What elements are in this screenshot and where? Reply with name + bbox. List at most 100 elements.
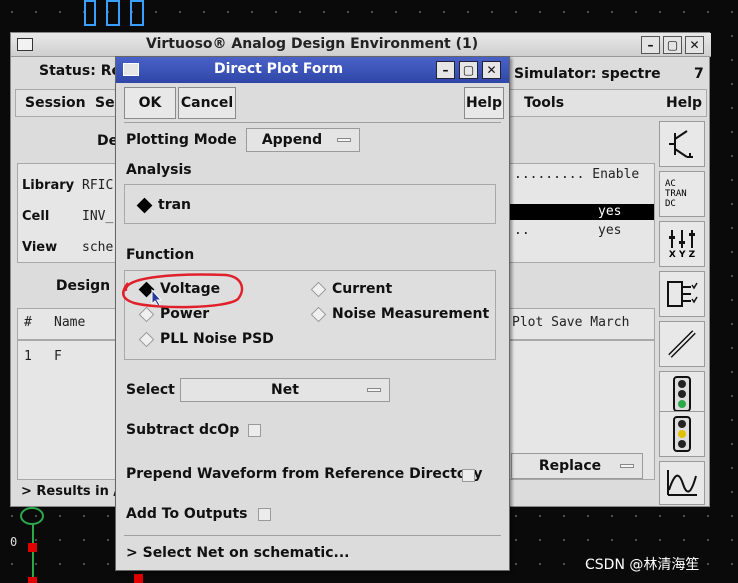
view-label: View: [22, 240, 58, 255]
outputs-row-name: F: [54, 349, 62, 364]
outputs-list: 1 F: [17, 340, 117, 480]
design-variables-button[interactable]: Design: [51, 273, 115, 299]
form-minimize-icon[interactable]: –: [436, 61, 455, 79]
design-panel: Library RFIC Cell INV_ View sche: [17, 163, 117, 263]
form-maximize-icon[interactable]: ▢: [459, 61, 478, 79]
analysis-group: tran: [124, 184, 496, 224]
help-button[interactable]: Help: [464, 87, 504, 119]
probe-icon[interactable]: [659, 321, 705, 367]
outputs-row-num: 1: [24, 349, 32, 364]
analysis-type-icon[interactable]: AC TRAN DC: [659, 171, 705, 217]
subtract-dcop-label: Subtract dcOp: [126, 422, 240, 438]
form-close-icon[interactable]: ✕: [482, 61, 501, 79]
close-icon[interactable]: ✕: [685, 36, 704, 54]
ade-title-bar: Virtuoso® Analog Design Environment (1) …: [11, 33, 711, 57]
menu-session[interactable]: Session: [25, 95, 86, 111]
menu-setup[interactable]: Se: [95, 95, 115, 111]
function-noise-radio[interactable]: Noise Measurement: [310, 306, 490, 322]
radio-selected-icon: [136, 197, 153, 213]
cell-value: INV_: [82, 209, 114, 224]
outputs-col-name: Name: [54, 315, 86, 330]
form-window-menu-icon[interactable]: [123, 63, 139, 76]
transistor-icon[interactable]: [659, 121, 705, 167]
form-status-line: > Select Net on schematic...: [126, 545, 350, 561]
analysis-tran-radio[interactable]: tran: [136, 197, 192, 213]
form-title-bar: Direct Plot Form – ▢ ✕: [116, 57, 509, 83]
library-label: Library: [22, 178, 75, 193]
form-title: Direct Plot Form: [214, 61, 344, 77]
select-label: Select: [126, 382, 175, 398]
function-noise-label: Noise Measurement: [332, 306, 490, 322]
outputs-col-plot-save-march: Plot Save March: [512, 315, 630, 330]
prepend-waveform-label: Prepend Waveform from Reference Director…: [126, 466, 483, 482]
add-to-outputs-checkbox[interactable]: [258, 508, 271, 521]
subtract-dcop-checkbox[interactable]: [248, 424, 261, 437]
schematic-label-zero: 0: [10, 535, 18, 549]
status-separator: [124, 535, 501, 536]
radio-unselected-icon: [310, 281, 327, 297]
radio-unselected-icon: [310, 306, 327, 322]
analysis-row-selected[interactable]: yes: [510, 204, 654, 220]
minimize-icon[interactable]: –: [641, 36, 660, 54]
help-label: Help: [465, 95, 503, 111]
function-label: Function: [126, 247, 195, 263]
ade-title: Virtuoso® Analog Design Environment (1): [146, 36, 479, 52]
outputs-icon[interactable]: [659, 271, 705, 317]
radio-unselected-icon: [138, 331, 155, 347]
plotting-mode-label: Plotting Mode: [126, 132, 237, 148]
menu-help[interactable]: Help: [666, 95, 702, 111]
status-label: Status: Re: [39, 63, 121, 79]
analysis-label: Analysis: [126, 162, 192, 178]
analysis-row-enable: yes: [598, 204, 622, 219]
ok-label: OK: [138, 95, 162, 111]
ok-button[interactable]: OK: [124, 87, 176, 119]
menu-tools[interactable]: Tools: [524, 95, 564, 111]
results-in-label: > Results in /: [21, 484, 119, 499]
highlight-circle-icon: [121, 273, 244, 309]
outputs-col-num: #: [24, 315, 32, 330]
simulator-label: Simulator: spectre: [514, 66, 661, 82]
replace-label: Replace: [538, 458, 602, 474]
library-value: RFIC: [82, 178, 114, 193]
plotting-mode-combo[interactable]: Append: [246, 128, 360, 152]
outputs-header-right: Plot Save March: [509, 308, 655, 340]
function-pll-label: PLL Noise PSD: [160, 331, 274, 347]
stop-icon[interactable]: [659, 411, 705, 457]
analyses-enable-header: ......... Enable: [514, 167, 640, 182]
analyses-panel: ......... Enable yes .. yes: [509, 163, 655, 263]
select-value: Net: [271, 382, 299, 398]
maximize-icon[interactable]: ▢: [663, 36, 682, 54]
cancel-button[interactable]: Cancel: [178, 87, 236, 119]
design-btn-label: Design: [55, 278, 111, 294]
window-number: 7: [694, 66, 704, 82]
schematic-red-node: [134, 574, 143, 583]
desktop: 0 Virtuoso® Analog Design Environment (1…: [0, 0, 738, 583]
toolbar-separator: [124, 122, 501, 123]
analysis-type-tran: TRAN: [665, 189, 687, 199]
function-current-label: Current: [332, 281, 393, 297]
select-combo[interactable]: Net: [180, 378, 390, 402]
cell-label: Cell: [22, 209, 50, 224]
analysis-row-enable-2: yes: [598, 223, 622, 238]
direct-plot-form: Direct Plot Form – ▢ ✕ OK Cancel Help Pl…: [115, 56, 510, 571]
analysis-row-dots: ..: [514, 223, 530, 238]
analysis-tran-label: tran: [158, 197, 192, 213]
add-to-outputs-label: Add To Outputs: [126, 506, 248, 522]
waveform-icon[interactable]: [659, 461, 705, 505]
analysis-type-dc: DC: [665, 199, 676, 209]
replace-combo[interactable]: Replace: [511, 453, 643, 479]
cancel-label: Cancel: [180, 95, 234, 111]
plotting-mode-value: Append: [261, 132, 323, 148]
schematic-top-pins: [80, 0, 160, 30]
function-pll-radio[interactable]: PLL Noise PSD: [138, 331, 274, 347]
analysis-type-ac: AC: [665, 179, 676, 189]
schematic-bottom: 0: [0, 505, 130, 583]
function-current-radio[interactable]: Current: [310, 281, 393, 297]
prepend-waveform-checkbox[interactable]: [462, 469, 475, 482]
window-menu-icon[interactable]: [17, 38, 33, 51]
watermark: CSDN @林清海笙: [585, 557, 700, 573]
outputs-header: # Name: [17, 308, 117, 340]
variables-icon[interactable]: X Y Z: [659, 221, 705, 267]
view-value: sche: [82, 240, 114, 255]
variables-xyz: X Y Z: [668, 250, 696, 260]
